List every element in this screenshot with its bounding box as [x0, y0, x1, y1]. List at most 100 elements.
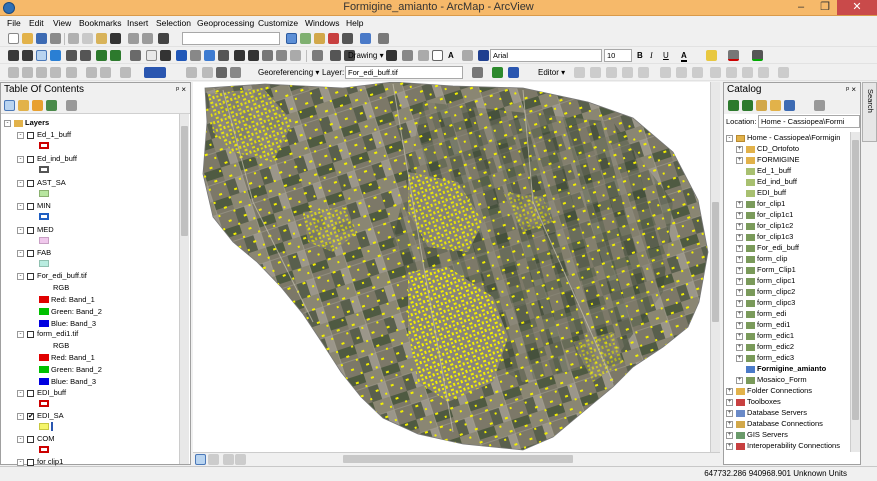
minimize-button[interactable]: – [789, 0, 813, 15]
data-view-icon[interactable] [195, 454, 206, 465]
catalog-item[interactable]: + form_edi [736, 308, 786, 319]
layer-checkbox[interactable] [27, 435, 34, 443]
collapse-icon[interactable]: - [17, 389, 24, 397]
toc-layer-ast-sa[interactable]: - AST_SA [17, 177, 66, 188]
cut-icon[interactable] [68, 33, 79, 44]
fixed-zoom-in-icon[interactable] [66, 50, 77, 61]
bold-button[interactable]: B [637, 51, 643, 60]
expand-icon[interactable]: + [736, 354, 743, 362]
toc-scrollbar[interactable] [179, 114, 189, 464]
paste-icon[interactable] [96, 33, 107, 44]
editor-menu[interactable]: Editor ▾ [538, 68, 565, 77]
toc-pin-close[interactable]: ᵖ × [176, 85, 186, 94]
zoom-out-icon[interactable] [22, 50, 33, 61]
expand-icon[interactable]: + [736, 332, 743, 340]
catalog-window-icon[interactable] [314, 33, 325, 44]
layer-checkbox[interactable] [27, 179, 34, 187]
list-by-visibility-icon[interactable] [32, 100, 43, 111]
layer-symbol[interactable] [39, 400, 49, 407]
toc-layer-ed-1-buff[interactable]: - Ed_1_buff [17, 129, 71, 140]
fill-color-icon[interactable] [706, 50, 717, 61]
find-icon[interactable] [234, 50, 245, 61]
expand-icon[interactable]: + [736, 277, 743, 285]
layout-view-icon[interactable] [208, 454, 219, 465]
underline-button[interactable]: U [663, 51, 669, 60]
toc-options-icon[interactable] [66, 100, 77, 111]
expand-icon[interactable]: + [736, 299, 743, 307]
layer-symbol[interactable] [39, 142, 49, 149]
layer-checkbox[interactable] [27, 458, 34, 466]
menu-selection[interactable]: Selection [156, 18, 191, 28]
catalog-pin-close[interactable]: ᵖ × [846, 85, 856, 94]
hyperlink-icon[interactable] [190, 50, 201, 61]
catalog-item[interactable]: + for_clip1c2 [736, 220, 793, 231]
layer-symbol[interactable] [39, 423, 49, 430]
layer-checkbox[interactable] [27, 389, 34, 397]
copy-icon[interactable] [82, 33, 93, 44]
refresh-icon[interactable] [330, 50, 341, 61]
pause-drawing-icon[interactable] [235, 454, 246, 465]
font-size-combo[interactable]: 10 [604, 49, 632, 62]
expand-icon[interactable]: + [736, 156, 743, 164]
expand-icon[interactable]: + [726, 387, 733, 395]
menu-windows[interactable]: Windows [305, 18, 339, 28]
refresh-view-icon[interactable] [223, 454, 234, 465]
layer-checkbox[interactable] [27, 131, 34, 139]
search-side-tab[interactable]: Search [862, 82, 877, 142]
layout-back-icon[interactable] [86, 67, 97, 78]
select-features-icon[interactable] [130, 50, 141, 61]
redo-icon[interactable] [142, 33, 153, 44]
catalog-database-servers[interactable]: + Database Servers [726, 407, 807, 418]
catalog-scrollbar[interactable] [850, 132, 860, 452]
layout-zoom-out-icon[interactable] [22, 67, 33, 78]
open-folder-icon[interactable] [22, 33, 33, 44]
home-folder-icon[interactable] [770, 100, 781, 111]
layout-zoom-in-icon[interactable] [8, 67, 19, 78]
expand-icon[interactable]: + [736, 343, 743, 351]
time-slider-icon[interactable] [276, 50, 287, 61]
rotate-icon[interactable] [402, 50, 413, 61]
expand-icon[interactable]: + [736, 200, 743, 208]
menu-customize[interactable]: Customize [258, 18, 298, 28]
trace-icon[interactable] [638, 67, 649, 78]
map-scroll-thumb[interactable] [712, 202, 719, 322]
catalog-item[interactable]: + form_clipc2 [736, 286, 795, 297]
font-icon[interactable] [478, 50, 489, 61]
layer-symbol[interactable] [39, 213, 49, 220]
layer-checkbox[interactable] [27, 155, 34, 163]
straight-segment-icon[interactable] [606, 67, 617, 78]
catalog-item[interactable]: + for_clip1c1 [736, 209, 793, 220]
list-by-drawing-order-icon[interactable] [4, 100, 15, 111]
view-link-table-icon[interactable] [508, 67, 519, 78]
collapse-icon[interactable]: - [17, 226, 24, 234]
catalog-item[interactable]: + FORMIGINE [736, 154, 800, 165]
menu-bookmarks[interactable]: Bookmarks [79, 18, 122, 28]
editor-toolbar-icon[interactable] [286, 33, 297, 44]
split-icon[interactable] [710, 67, 721, 78]
layer-symbol[interactable] [39, 190, 49, 197]
sketch-properties-icon[interactable] [758, 67, 769, 78]
menu-help[interactable]: Help [346, 18, 363, 28]
catalog-folder-connections[interactable]: + Folder Connections [726, 385, 812, 396]
connect-folder-icon[interactable] [784, 100, 795, 111]
catalog-item[interactable]: + For_edi_buff [736, 242, 799, 253]
new-document-icon[interactable] [8, 33, 19, 44]
layout-fixed-zoom-icon[interactable] [66, 67, 77, 78]
collapse-icon[interactable]: - [17, 249, 24, 257]
location-combo[interactable]: Home - Cassiopea\Formi [758, 115, 860, 128]
toc-layer-min[interactable]: - MIN [17, 200, 51, 211]
expand-icon[interactable]: + [736, 376, 743, 384]
pan-icon[interactable] [36, 50, 47, 61]
cut-polygons-icon[interactable] [692, 67, 703, 78]
layer-checkbox[interactable] [27, 202, 34, 210]
expand-icon[interactable]: + [736, 310, 743, 318]
catalog-item[interactable]: + form_clipc3 [736, 297, 795, 308]
expand-icon[interactable]: + [726, 409, 733, 417]
layer-symbol[interactable] [39, 446, 49, 453]
collapse-icon[interactable]: - [17, 458, 24, 466]
collapse-icon[interactable]: - [17, 179, 24, 187]
expand-icon[interactable]: + [726, 442, 733, 450]
italic-button[interactable]: I [650, 51, 653, 60]
close-button[interactable]: ✕ [837, 0, 877, 15]
toc-layer-ed-ind-buff[interactable]: - Ed_ind_buff [17, 153, 77, 164]
